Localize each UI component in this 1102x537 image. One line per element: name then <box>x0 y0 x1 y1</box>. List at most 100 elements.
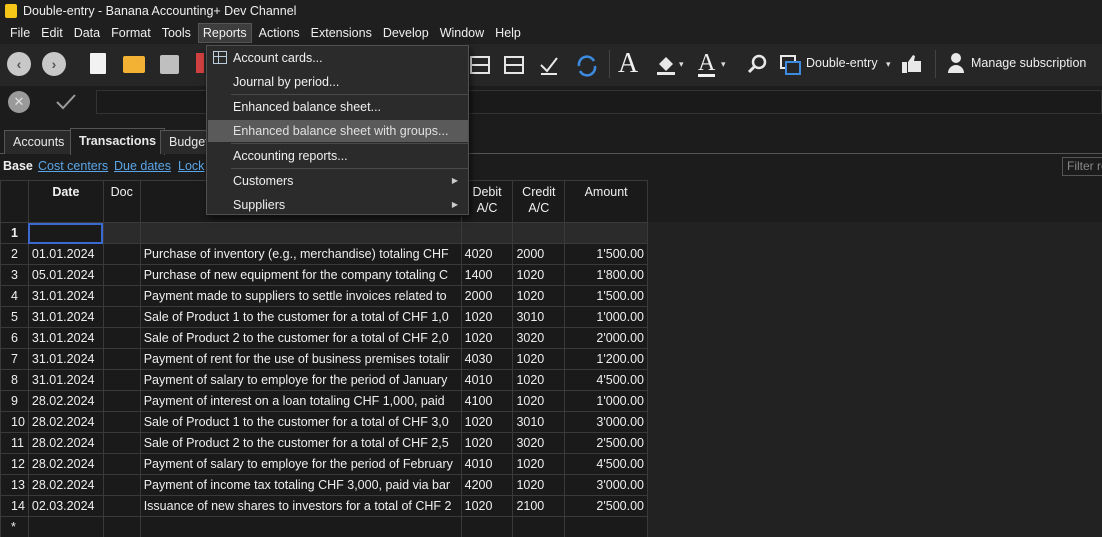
menu-item-customers[interactable]: Customers ▶ <box>208 170 468 192</box>
description-cell[interactable]: Sale of Product 1 to the customer for a … <box>139 306 462 328</box>
table-row[interactable]: 3 05.01.2024 Purchase of new equipment for… <box>0 264 648 286</box>
date-cell[interactable]: 02.03.2024 <box>27 495 104 517</box>
amount-cell[interactable]: 1'500.00 <box>564 285 648 307</box>
table-row[interactable]: 9 28.02.2024 Payment of interest on a loan… <box>0 390 648 412</box>
font-icon[interactable]: A <box>618 48 638 80</box>
credit-account-cell[interactable]: 1020 <box>512 264 566 286</box>
refresh-icon[interactable] <box>574 53 600 79</box>
row-number-cell[interactable]: 8 <box>0 369 29 391</box>
description-cell[interactable]: Sale of Product 2 to the customer for a … <box>139 327 462 349</box>
debit-account-cell[interactable]: 1400 <box>460 264 514 286</box>
credit-account-cell[interactable]: 1020 <box>512 369 566 391</box>
doc-cell[interactable] <box>102 369 141 391</box>
row-number-cell[interactable]: 2 <box>0 243 29 265</box>
menu-extensions[interactable]: Extensions <box>307 23 376 43</box>
date-cell[interactable]: 31.01.2024 <box>27 306 104 328</box>
table-format-icon[interactable] <box>504 56 524 74</box>
menu-item-suppliers[interactable]: Suppliers ▶ <box>208 194 468 216</box>
amount-cell[interactable]: 1'500.00 <box>564 243 648 265</box>
table-row[interactable]: 10 28.02.2024 Sale of Product 1 to the cus… <box>0 411 648 433</box>
description-cell[interactable]: Issuance of new shares to investors for … <box>139 495 462 517</box>
doc-cell[interactable] <box>102 327 141 349</box>
row-number-cell[interactable]: 12 <box>0 453 29 475</box>
view-cost-centers[interactable]: Cost centers <box>38 159 108 173</box>
debit-account-cell[interactable]: 2000 <box>460 285 514 307</box>
menu-item-journal-by-period[interactable]: Journal by period... <box>208 71 468 93</box>
credit-account-cell[interactable]: 3010 <box>512 411 566 433</box>
doc-cell[interactable] <box>102 474 141 496</box>
description-cell[interactable]: Purchase of new equipment for the compan… <box>139 264 462 286</box>
debit-account-cell[interactable]: 4200 <box>460 474 514 496</box>
credit-account-cell[interactable] <box>512 222 566 244</box>
date-cell[interactable]: 28.02.2024 <box>27 390 104 412</box>
date-cell[interactable]: 28.02.2024 <box>27 453 104 475</box>
amount-cell[interactable] <box>564 222 648 244</box>
table-row[interactable]: 6 31.01.2024 Sale of Product 2 to the cust… <box>0 327 648 349</box>
menu-item-enhanced-balance-sheet[interactable]: Enhanced balance sheet... <box>208 96 468 118</box>
description-cell[interactable]: Payment of income tax totaling CHF 3,000… <box>139 474 462 496</box>
doc-cell[interactable] <box>102 243 141 265</box>
credit-account-cell[interactable]: 1020 <box>512 285 566 307</box>
menu-item-accounting-reports[interactable]: Accounting reports... <box>208 145 468 167</box>
doc-cell[interactable] <box>102 348 141 370</box>
check-mark-icon[interactable] <box>538 54 560 76</box>
doc-cell[interactable] <box>102 516 141 537</box>
text-color-icon[interactable]: A <box>698 51 716 77</box>
credit-account-cell[interactable]: 1020 <box>512 453 566 475</box>
debit-account-cell[interactable]: 1020 <box>460 327 514 349</box>
description-cell[interactable]: Payment of interest on a loan totaling C… <box>139 390 462 412</box>
amount-cell[interactable]: 1'000.00 <box>564 390 648 412</box>
open-folder-icon[interactable] <box>123 56 145 73</box>
table-row[interactable]: 7 31.01.2024 Payment of rent for the use o… <box>0 348 648 370</box>
doc-cell[interactable] <box>102 432 141 454</box>
confirm-edit-icon[interactable] <box>55 92 77 112</box>
doc-cell[interactable] <box>102 264 141 286</box>
amount-cell[interactable]: 3'000.00 <box>564 474 648 496</box>
row-number-cell[interactable]: * <box>0 516 29 537</box>
debit-account-cell[interactable]: 4100 <box>460 390 514 412</box>
header-amount[interactable]: Amount <box>564 180 648 223</box>
amount-cell[interactable]: 2'500.00 <box>564 495 648 517</box>
amount-cell[interactable]: 1'000.00 <box>564 306 648 328</box>
doc-cell[interactable] <box>102 306 141 328</box>
credit-account-cell[interactable]: 1020 <box>512 390 566 412</box>
amount-cell[interactable]: 2'500.00 <box>564 432 648 454</box>
credit-account-cell[interactable]: 2100 <box>512 495 566 517</box>
debit-account-cell[interactable]: 4030 <box>460 348 514 370</box>
save-icon[interactable] <box>160 55 179 74</box>
fill-color-caret-icon[interactable]: ▾ <box>679 59 684 70</box>
amount-cell[interactable]: 1'200.00 <box>564 348 648 370</box>
row-number-cell[interactable]: 13 <box>0 474 29 496</box>
debit-account-cell[interactable]: 1020 <box>460 495 514 517</box>
menu-item-account-cards[interactable]: Account cards... <box>208 47 468 69</box>
doc-cell[interactable] <box>102 411 141 433</box>
doc-cell[interactable] <box>102 495 141 517</box>
date-cell[interactable] <box>27 516 104 537</box>
date-cell[interactable]: 28.02.2024 <box>27 432 104 454</box>
back-button[interactable]: ‹ <box>7 52 31 76</box>
table-row[interactable]: 1 <box>0 222 648 244</box>
amount-cell[interactable]: 2'000.00 <box>564 327 648 349</box>
menu-help[interactable]: Help <box>491 23 525 43</box>
doc-cell[interactable] <box>102 222 141 244</box>
date-cell[interactable]: 31.01.2024 <box>27 285 104 307</box>
amount-cell[interactable]: 4'500.00 <box>564 453 648 475</box>
amount-cell[interactable]: 1'800.00 <box>564 264 648 286</box>
tab-accounts[interactable]: Accounts <box>4 130 74 154</box>
description-cell[interactable]: Payment of rent for the use of business … <box>139 348 462 370</box>
debit-account-cell[interactable]: 4020 <box>460 243 514 265</box>
amount-cell[interactable]: 4'500.00 <box>564 369 648 391</box>
date-cell[interactable]: 28.02.2024 <box>27 474 104 496</box>
menu-actions[interactable]: Actions <box>255 23 304 43</box>
row-number-cell[interactable]: 14 <box>0 495 29 517</box>
filter-rows-input[interactable]: Filter ro <box>1062 157 1102 176</box>
forward-button[interactable]: › <box>42 52 66 76</box>
table-row[interactable]: 8 31.01.2024 Payment of salary to employe … <box>0 369 648 391</box>
table-row[interactable]: * <box>0 516 648 537</box>
menu-tools[interactable]: Tools <box>158 23 195 43</box>
insert-rows-icon[interactable] <box>470 56 490 74</box>
date-cell[interactable] <box>27 222 104 244</box>
table-row[interactable]: 2 01.01.2024 Purchase of inventory (e.g., … <box>0 243 648 265</box>
view-lock[interactable]: Lock <box>178 159 204 173</box>
menu-window[interactable]: Window <box>436 23 488 43</box>
